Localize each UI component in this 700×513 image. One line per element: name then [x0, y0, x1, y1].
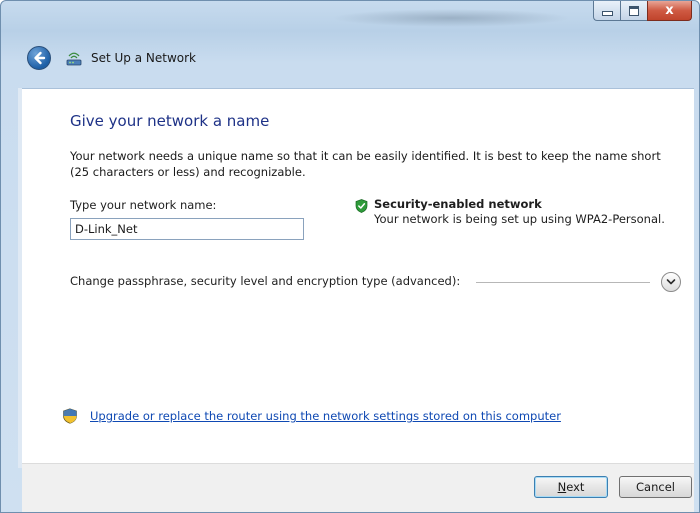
page-heading: Give your network a name [70, 112, 270, 130]
maximize-button[interactable] [620, 1, 647, 21]
back-arrow-icon [34, 51, 46, 65]
minimize-icon [601, 11, 613, 16]
wizard-title: Set Up a Network [91, 51, 197, 65]
next-label: ext [566, 480, 585, 494]
wizard-footer: Next Cancel [22, 463, 694, 512]
setup-network-window: x Set Up a Network Give your network a n… [0, 0, 700, 513]
close-icon: x [665, 3, 674, 18]
security-status-title: Security-enabled network [374, 197, 542, 211]
minimize-button[interactable] [593, 1, 620, 21]
cancel-button[interactable]: Cancel [619, 476, 692, 498]
titlebar-glint [331, 9, 571, 27]
network-setup-icon [66, 52, 82, 66]
caption-buttons: x [593, 1, 692, 23]
next-accesskey: N [557, 480, 567, 494]
advanced-divider [476, 282, 650, 283]
network-name-input[interactable] [70, 218, 304, 240]
advanced-options-label: Change passphrase, security level and en… [70, 274, 461, 288]
security-status-subtitle: Your network is being set up using WPA2-… [374, 212, 665, 226]
wizard-content: Give your network a name Your network ne… [22, 88, 694, 463]
close-button[interactable]: x [647, 1, 692, 21]
uac-shield-icon [63, 408, 77, 424]
network-name-label: Type your network name: [70, 198, 217, 212]
maximize-icon [629, 5, 639, 16]
expand-advanced-button[interactable] [661, 272, 681, 292]
next-button[interactable]: Next [534, 476, 608, 498]
upgrade-router-link[interactable]: Upgrade or replace the router using the … [90, 409, 561, 423]
shield-check-icon [355, 199, 368, 213]
back-button[interactable] [27, 46, 51, 70]
page-description: Your network needs a unique name so that… [70, 149, 661, 179]
chevron-down-icon [666, 279, 676, 285]
